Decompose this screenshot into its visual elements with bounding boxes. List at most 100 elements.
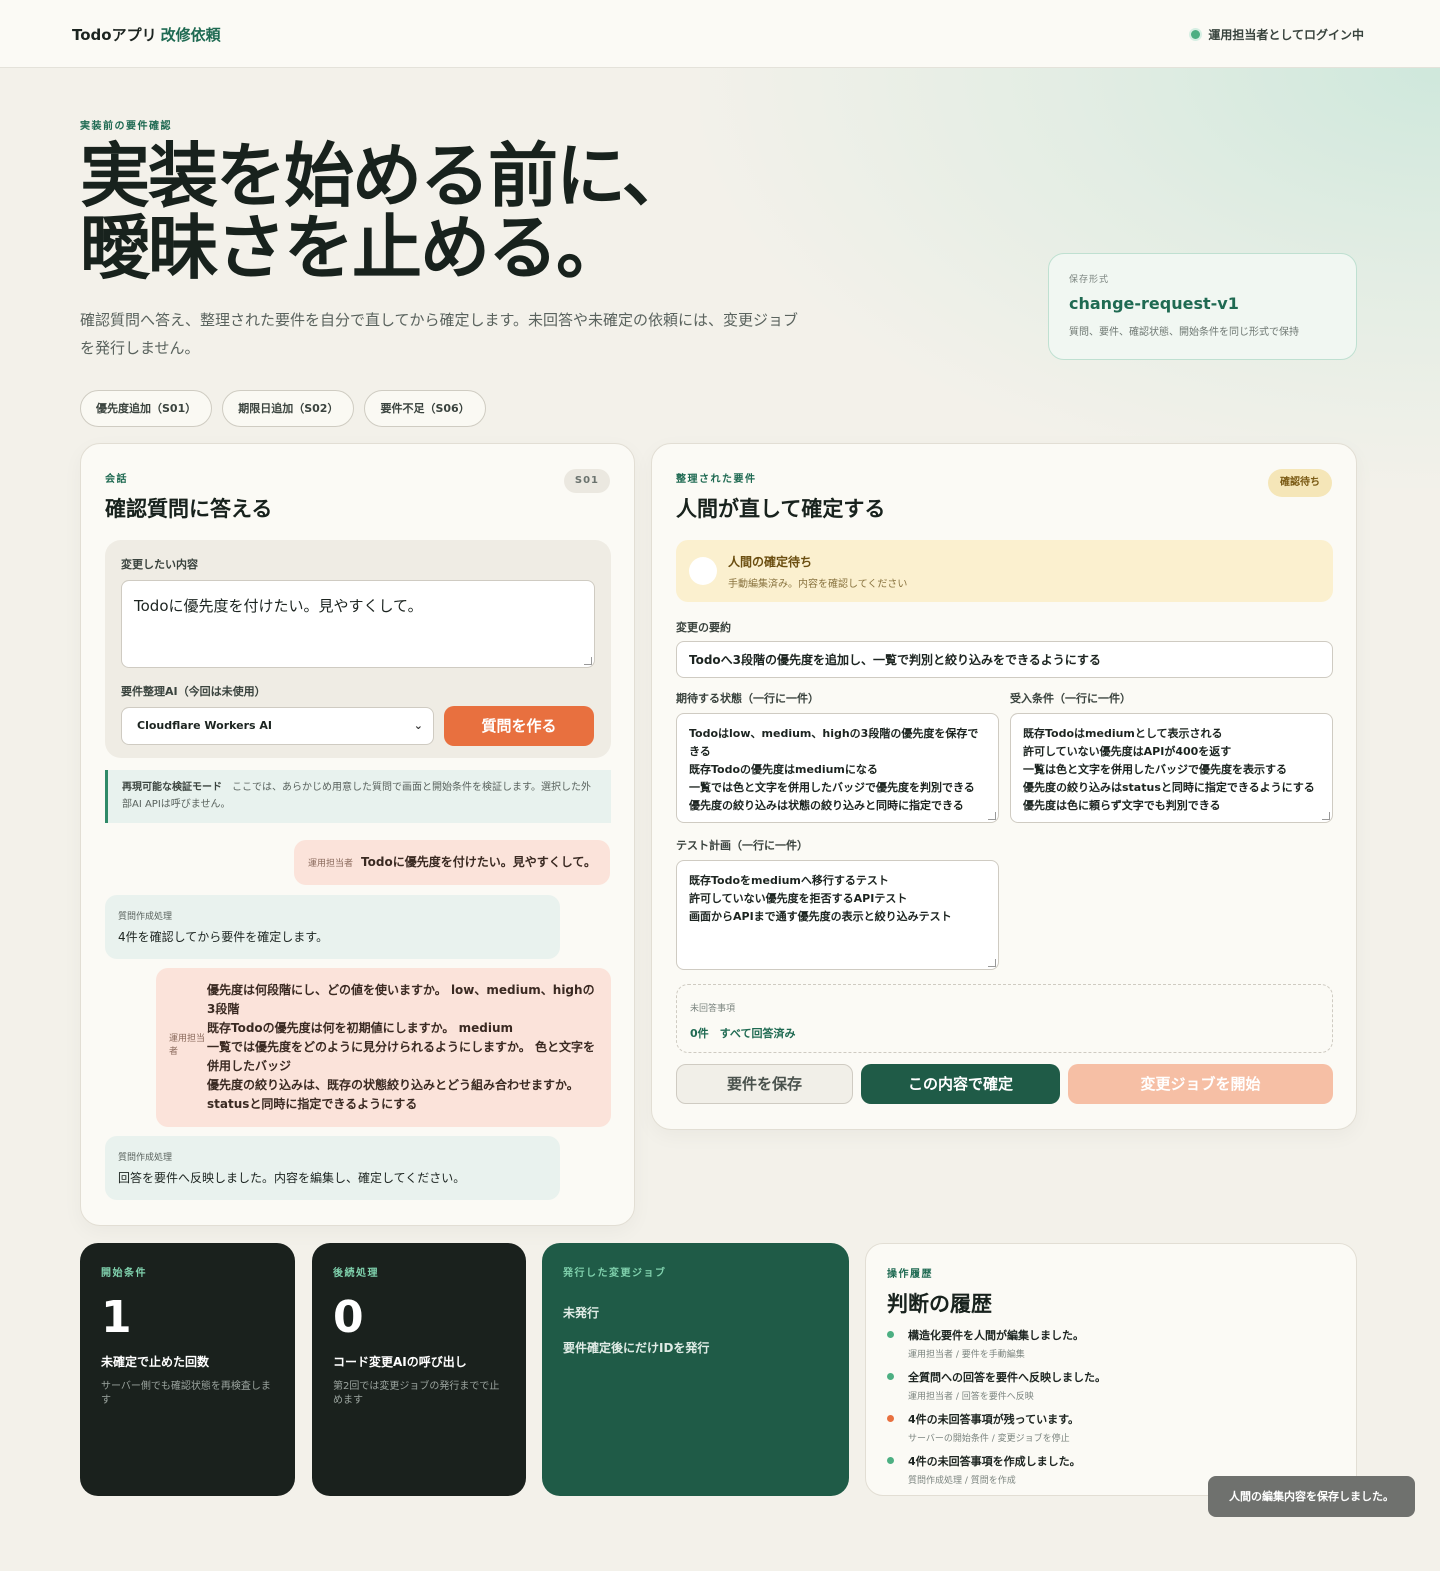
test-plan-line: 許可していない優先度を拒否するAPIテスト bbox=[689, 892, 908, 905]
acceptance-label: 受入条件（一行に一件） bbox=[1010, 692, 1131, 705]
test-plan-line: 画面からAPIまで通す優先度の表示と絞り込みテスト bbox=[689, 910, 952, 923]
save-format-label: 保存形式 bbox=[1069, 275, 1110, 285]
history-item: 4件の未回答事項が残っています。 サーバーの開始条件 / 変更ジョブを停止 bbox=[887, 1411, 1335, 1444]
pending-value: 0件 すべて回答済み bbox=[690, 1027, 796, 1040]
status-dot-icon bbox=[1191, 30, 1201, 39]
start-condition-number: 1 bbox=[101, 1292, 132, 1343]
requirements-panel: 整理された要件 人間が直して確定する 確認待ち 人間の確定待ち 手動編集済み。内… bbox=[651, 443, 1357, 1130]
pending-items: 未回答事項 0件 すべて回答済み bbox=[676, 984, 1333, 1053]
toast-notification: 人間の編集内容を保存しました。 bbox=[1208, 1476, 1415, 1517]
history-item: 構造化要件を人間が編集しました。 運用担当者 / 要件を手動編集 bbox=[887, 1327, 1335, 1360]
start-condition-title: 未確定で止めた回数 bbox=[101, 1355, 210, 1369]
change-request-form: 変更したい内容 Todoに優先度を付けたい。見やすくして。 要件整理AI（今回は… bbox=[105, 540, 611, 758]
wait-subtitle: 手動編集済み。内容を確認してください bbox=[728, 579, 908, 590]
answers-who: 運用担当者 bbox=[169, 1034, 206, 1057]
ai-message-text: 4件を確認してから要件を確定します。 bbox=[118, 930, 329, 944]
verification-notice: 再現可能な検証モード ここでは、あらかじめ用意した質問で画面と開始条件を検証します… bbox=[105, 770, 611, 823]
resize-grip-icon[interactable] bbox=[988, 812, 996, 820]
followup-title: コード変更AIの呼び出し bbox=[333, 1355, 467, 1369]
brand[interactable]: Todoアプリ 改修依頼 bbox=[72, 24, 221, 45]
conversation-title: 確認質問に答える bbox=[105, 497, 273, 521]
wait-title: 人間の確定待ち bbox=[728, 555, 813, 569]
scenario-badge: S01 bbox=[563, 469, 610, 493]
test-plan-textarea[interactable]: 既存Todoをmediumへ移行するテスト 許可していない優先度を拒否するAPI… bbox=[676, 860, 999, 970]
answer-line: 優先度の絞り込みは、既存の状態絞り込みとどう組み合わせますか。 statusと同… bbox=[207, 1078, 579, 1111]
test-plan-line: 既存Todoをmediumへ移行するテスト bbox=[689, 874, 889, 887]
requirements-header: 整理された要件 人間が直して確定する bbox=[676, 470, 885, 523]
summary-input[interactable]: Todoへ3段階の優先度を追加し、一覧で判別と絞り込みをできるようにする bbox=[676, 641, 1333, 678]
acceptance-line: 許可していない優先度はAPIが400を返す bbox=[1023, 745, 1232, 758]
issued-job-eyebrow: 発行した変更ジョブ bbox=[563, 1268, 667, 1279]
followup-desc: 第2回では変更ジョブの発行までで止めます bbox=[333, 1381, 500, 1406]
login-status: 運用担当者としてログイン中 bbox=[1191, 26, 1364, 43]
start-job-button[interactable]: 変更ジョブを開始 bbox=[1068, 1064, 1333, 1104]
answers-list: 優先度は何段階にし、どの値を使いますか。 low、medium、highの3段階… bbox=[207, 981, 597, 1115]
history-dot-icon bbox=[887, 1457, 894, 1464]
hero-title: 実装を始める前に、 曖昧さを止める。 bbox=[80, 140, 692, 289]
hero-title-line-2: 曖昧さを止める。 bbox=[80, 207, 626, 289]
history-item-title: 構造化要件を人間が編集しました。 bbox=[908, 1329, 1084, 1342]
make-questions-button[interactable]: 質問を作る bbox=[444, 706, 594, 746]
wait-status-box: 人間の確定待ち 手動編集済み。内容を確認してください bbox=[676, 540, 1333, 602]
ai-message-text: 回答を要件へ反映しました。内容を編集し、確定してください。 bbox=[118, 1171, 466, 1185]
user-message-text: Todoに優先度を付けたい。見やすくして。 bbox=[361, 855, 596, 869]
user-message-bubble: 運用担当者 Todoに優先度を付けたい。見やすくして。 bbox=[294, 840, 610, 885]
hero-description: 確認質問へ答え、整理された要件を自分で直してから確定します。未回答や未確定の依頼… bbox=[80, 311, 799, 357]
acceptance-line: 優先度の絞り込みはstatusと同時に指定できるようにする bbox=[1023, 781, 1315, 794]
history-panel: 操作履歴 判断の履歴 構造化要件を人間が編集しました。 運用担当者 / 要件を手動… bbox=[865, 1243, 1357, 1496]
pending-label: 未回答事項 bbox=[690, 1004, 736, 1014]
notice-title: 再現可能な検証モード bbox=[122, 782, 222, 793]
ai-select-row: Cloudflare Workers AI ⌄ 質問を作る bbox=[121, 706, 595, 746]
resize-grip-icon[interactable] bbox=[1322, 812, 1330, 820]
history-dot-icon bbox=[887, 1373, 894, 1380]
conversation-panel: 会話 確認質問に答える S01 変更したい内容 Todoに優先度を付けたい。見や… bbox=[80, 443, 635, 1226]
acceptance-textarea[interactable]: 既存Todoはmediumとして表示される 許可していない優先度はAPIが400… bbox=[1010, 713, 1333, 823]
resize-grip-icon[interactable] bbox=[584, 657, 592, 665]
scenario-chip-s01[interactable]: 優先度追加（S01） bbox=[80, 390, 213, 427]
change-textarea[interactable]: Todoに優先度を付けたい。見やすくして。 bbox=[121, 580, 595, 668]
history-item-meta: サーバーの開始条件 / 変更ジョブを停止 bbox=[908, 1434, 1070, 1444]
confirm-button[interactable]: この内容で確定 bbox=[861, 1064, 1060, 1104]
history-warning-dot-icon bbox=[887, 1415, 894, 1422]
start-condition-eyebrow: 開始条件 bbox=[101, 1268, 147, 1279]
acceptance-line: 既存Todoはmediumとして表示される bbox=[1023, 727, 1223, 740]
followup-card: 後続処理 0 コード変更AIの呼び出し 第2回では変更ジョブの発行までで止めます bbox=[312, 1243, 526, 1496]
test-plan-label: テスト計画（一行に一件） bbox=[676, 839, 808, 852]
save-format-card: 保存形式 change-request-v1 質問、要件、確認状態、開始条件を同… bbox=[1048, 253, 1357, 360]
save-requirements-button[interactable]: 要件を保存 bbox=[676, 1064, 853, 1104]
save-format-description: 質問、要件、確認状態、開始条件を同じ形式で保持 bbox=[1069, 327, 1299, 338]
scenario-chip-s02[interactable]: 期限日追加（S02） bbox=[222, 390, 355, 427]
requirements-title: 人間が直して確定する bbox=[676, 497, 886, 521]
requirements-actions: 要件を保存 この内容で確定 変更ジョブを開始 bbox=[676, 1064, 1333, 1106]
acceptance-line: 一覧は色と文字を併用したバッジで優先度を表示する bbox=[1023, 763, 1287, 776]
expected-textarea[interactable]: Todoはlow、medium、highの3段階の優先度を保存できる 既存Tod… bbox=[676, 713, 999, 823]
resize-grip-icon[interactable] bbox=[988, 959, 996, 967]
ai-message-who: 質問作成処理 bbox=[118, 1153, 173, 1163]
expected-line: 優先度の絞り込みは状態の絞り込みと同時に指定できる bbox=[689, 799, 964, 812]
followup-eyebrow: 後続処理 bbox=[333, 1268, 379, 1279]
scenario-chip-s06[interactable]: 要件不足（S06） bbox=[364, 390, 486, 427]
answer-line: 優先度は何段階にし、どの値を使いますか。 low、medium、highの3段階 bbox=[207, 983, 595, 1016]
change-label: 変更したい内容 bbox=[121, 558, 198, 571]
scenario-chips: 優先度追加（S01） 期限日追加（S02） 要件不足（S06） bbox=[80, 390, 486, 427]
ai-message-bubble: 質問作成処理 回答を要件へ反映しました。内容を編集し、確定してください。 bbox=[105, 1136, 560, 1200]
expected-label: 期待する状態（一行に一件） bbox=[676, 692, 819, 705]
conversation-header: 会話 確認質問に答える bbox=[105, 470, 272, 523]
history-item-title: 4件の未回答事項が残っています。 bbox=[908, 1413, 1080, 1426]
issued-job-note: 要件確定後にだけIDを発行 bbox=[563, 1341, 710, 1355]
ai-message-bubble: 質問作成処理 4件を確認してから要件を確定します。 bbox=[105, 895, 560, 959]
ai-select[interactable]: Cloudflare Workers AI ⌄ bbox=[121, 707, 434, 745]
answer-line: 既存Todoの優先度は何を初期値にしますか。 medium bbox=[207, 1021, 514, 1035]
summary-label: 変更の要約 bbox=[676, 621, 731, 634]
user-message-who: 運用担当者 bbox=[308, 859, 354, 869]
history-title: 判断の履歴 bbox=[887, 1292, 992, 1316]
answers-bubble: 運用担当者 優先度は何段階にし、どの値を使いますか。 low、medium、hi… bbox=[156, 968, 611, 1127]
issued-job-status: 未発行 bbox=[563, 1306, 600, 1320]
hero-eyebrow: 実装前の要件確認 bbox=[80, 121, 172, 132]
history-item-title: 4件の未回答事項を作成しました。 bbox=[908, 1455, 1081, 1468]
history-item-meta: 運用担当者 / 回答を要件へ反映 bbox=[908, 1392, 1034, 1402]
brand-name: Todoアプリ bbox=[72, 26, 157, 44]
followup-number: 0 bbox=[333, 1292, 364, 1343]
expected-line: Todoはlow、medium、highの3段階の優先度を保存できる bbox=[689, 727, 979, 758]
start-condition-card: 開始条件 1 未確定で止めた回数 サーバー側でも確認状態を再検査します bbox=[80, 1243, 295, 1496]
